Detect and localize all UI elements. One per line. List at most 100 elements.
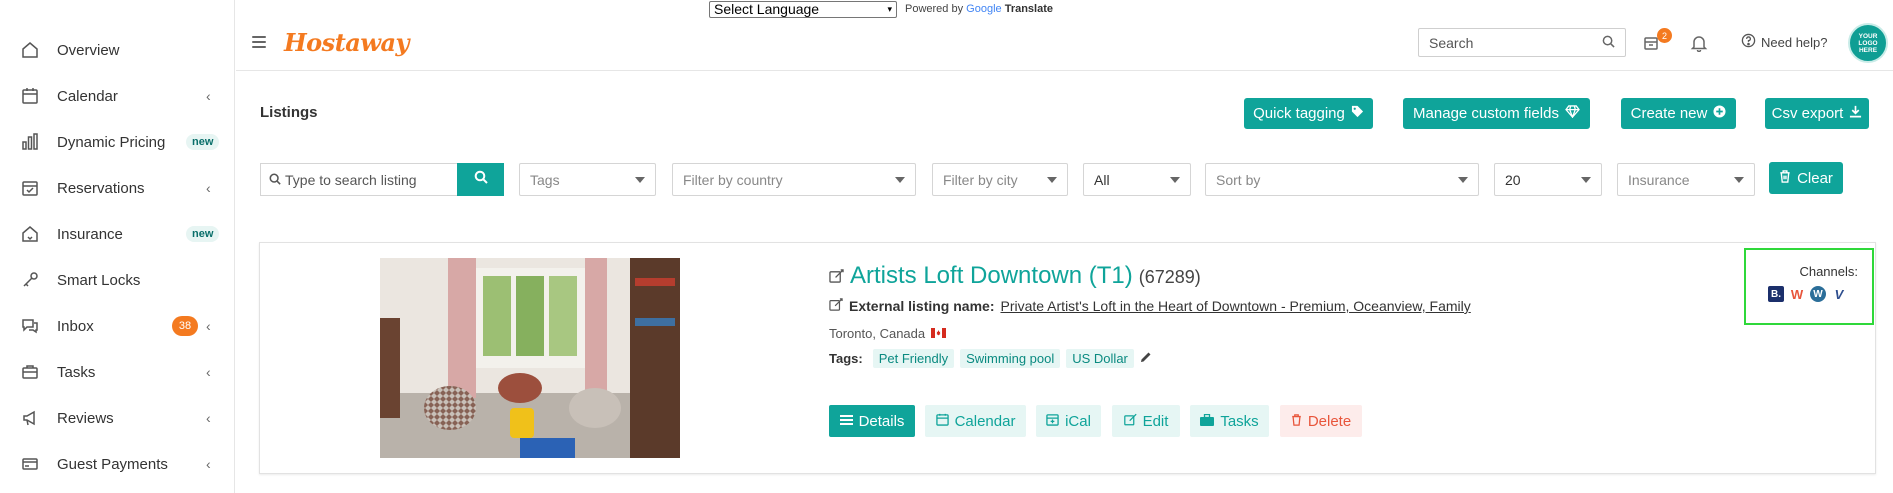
caret-down-icon — [1458, 176, 1468, 183]
chevron-down-icon: ▾ — [887, 3, 892, 14]
chevron-left-icon: ‹ — [206, 364, 211, 380]
sidebar-item-label: Dynamic Pricing — [57, 133, 166, 151]
logo[interactable]: Hostaway — [284, 28, 410, 57]
search-icon — [1602, 35, 1615, 51]
manage-custom-fields-button[interactable]: Manage custom fields — [1403, 98, 1590, 129]
page-title: Listings — [260, 104, 318, 121]
sidebar-item-dynamic-pricing[interactable]: Dynamic Pricing new — [0, 119, 235, 165]
per-page-select[interactable]: 20 — [1494, 163, 1602, 196]
search-input[interactable]: Search — [1418, 28, 1626, 57]
tag-icon — [1351, 105, 1364, 122]
sidebar-item-calendar[interactable]: Calendar ‹ — [0, 73, 235, 119]
clear-filters-button[interactable]: Clear — [1769, 162, 1843, 194]
tags-filter[interactable]: Tags — [519, 163, 656, 196]
edit-button[interactable]: Edit — [1112, 405, 1180, 437]
sidebar: Overview Calendar ‹ Dynamic Pricing new … — [0, 0, 235, 493]
sidebar-item-label: Reviews — [57, 409, 114, 427]
button-label: Quick tagging — [1253, 105, 1345, 122]
ical-button[interactable]: iCal — [1036, 405, 1101, 437]
country-filter-label: Filter by country — [683, 171, 783, 188]
help-link[interactable]: Need help? — [1741, 33, 1828, 51]
sidebar-item-label: Inbox — [57, 317, 94, 335]
tag-chip[interactable]: Swimming pool — [960, 349, 1061, 368]
avatar[interactable]: YOUR LOGO HERE — [1848, 23, 1888, 63]
sidebar-item-insurance[interactable]: Insurance new — [0, 211, 235, 257]
vrbo-icon[interactable]: V — [1831, 286, 1847, 302]
chevron-left-icon: ‹ — [206, 180, 211, 196]
booking-icon[interactable]: B. — [1768, 286, 1784, 302]
country-filter[interactable]: Filter by country — [672, 163, 916, 196]
tag-chip[interactable]: Pet Friendly — [872, 349, 955, 368]
help-label: Need help? — [1761, 34, 1828, 50]
sort-filter-label: Sort by — [1216, 171, 1261, 188]
sidebar-item-label: Tasks — [57, 363, 96, 381]
wordpress-icon[interactable]: W — [1810, 286, 1826, 302]
search-icon — [269, 172, 281, 188]
insurance-filter[interactable]: Insurance — [1617, 163, 1755, 196]
sidebar-item-guest-payments[interactable]: Guest Payments ‹ — [0, 441, 235, 487]
calendar-plus-icon — [1046, 413, 1059, 430]
listing-photo[interactable] — [380, 258, 680, 458]
w-channel-icon[interactable]: W — [1789, 286, 1805, 302]
sort-filter[interactable]: Sort by — [1205, 163, 1479, 196]
caret-down-icon — [635, 176, 645, 183]
tasks-button[interactable]: Tasks — [1190, 405, 1269, 437]
key-icon — [20, 270, 40, 290]
listing-tags: Tags: Pet Friendly Swimming pool US Doll… — [829, 349, 1152, 368]
sidebar-item-reviews[interactable]: Reviews ‹ — [0, 395, 235, 441]
calendar-icon — [935, 413, 949, 430]
google-text: Google — [966, 3, 1002, 15]
external-listing-name[interactable]: Private Artist's Loft in the Heart of Do… — [1000, 298, 1470, 314]
sidebar-item-reservations[interactable]: Reservations ‹ — [0, 165, 235, 211]
sidebar-item-label: Reservations — [57, 179, 145, 197]
create-new-button[interactable]: Create new — [1621, 98, 1736, 129]
quick-tagging-button[interactable]: Quick tagging — [1244, 98, 1373, 129]
sidebar-item-inbox[interactable]: Inbox 38 ‹ — [0, 303, 235, 349]
external-listing-label: External listing name: — [849, 298, 995, 314]
calendar-button[interactable]: Calendar — [925, 405, 1026, 437]
sidebar-item-smart-locks[interactable]: Smart Locks — [0, 257, 235, 303]
language-select[interactable]: Select Language ▾ — [709, 0, 897, 18]
chat-icon — [20, 316, 40, 336]
tag-chip[interactable]: US Dollar — [1066, 349, 1134, 368]
question-circle-icon — [1741, 33, 1756, 51]
menu-icon[interactable] — [252, 36, 266, 48]
button-label: Csv export — [1771, 105, 1844, 122]
listing-search-button[interactable] — [457, 163, 504, 196]
sidebar-item-tasks[interactable]: Tasks ‹ — [0, 349, 235, 395]
delete-button[interactable]: Delete — [1280, 405, 1362, 437]
sidebar-item-label: Overview — [57, 41, 120, 59]
caret-down-icon — [1047, 176, 1057, 183]
sidebar-item-label: Smart Locks — [57, 271, 141, 289]
diamond-icon — [1565, 105, 1580, 122]
listing-search-placeholder: Type to search listing — [285, 171, 417, 188]
top-header: Hostaway Search 2 Need help? YOUR LOGO H… — [236, 18, 1893, 71]
button-label: Edit — [1142, 412, 1169, 430]
location-text: Toronto, Canada — [829, 326, 926, 341]
listing-search-input[interactable]: Type to search listing — [260, 163, 458, 196]
powered-by-text: Powered by — [905, 3, 964, 15]
sidebar-item-label: Insurance — [57, 225, 123, 243]
listing-id: (67289) — [1138, 267, 1201, 287]
edit-icon[interactable] — [829, 269, 844, 288]
sidebar-item-label: Guest Payments — [57, 455, 168, 473]
trash-icon — [1291, 413, 1302, 430]
translate-bar: Select Language ▾ Powered by Google Tran… — [709, 0, 1053, 18]
chevron-left-icon: ‹ — [206, 456, 211, 472]
bell-icon[interactable] — [1688, 32, 1710, 54]
status-filter[interactable]: All — [1083, 163, 1191, 196]
sidebar-item-overview[interactable]: Overview — [0, 27, 235, 73]
house-shield-icon — [20, 224, 40, 244]
button-label: Manage custom fields — [1413, 105, 1559, 122]
chevron-left-icon: ‹ — [206, 318, 211, 334]
listing-title[interactable]: Artists Loft Downtown (T1) — [850, 262, 1133, 290]
canada-flag-icon — [931, 326, 947, 341]
csv-export-button[interactable]: Csv export — [1765, 98, 1869, 129]
pencil-icon[interactable] — [1140, 351, 1152, 366]
edit-icon[interactable] — [829, 298, 843, 314]
listing-location: Toronto, Canada — [829, 326, 947, 341]
details-button[interactable]: Details — [829, 405, 915, 437]
calendar-check-icon — [20, 178, 40, 198]
external-listing-row: External listing name: Private Artist's … — [829, 298, 1471, 314]
city-filter[interactable]: Filter by city — [932, 163, 1068, 196]
